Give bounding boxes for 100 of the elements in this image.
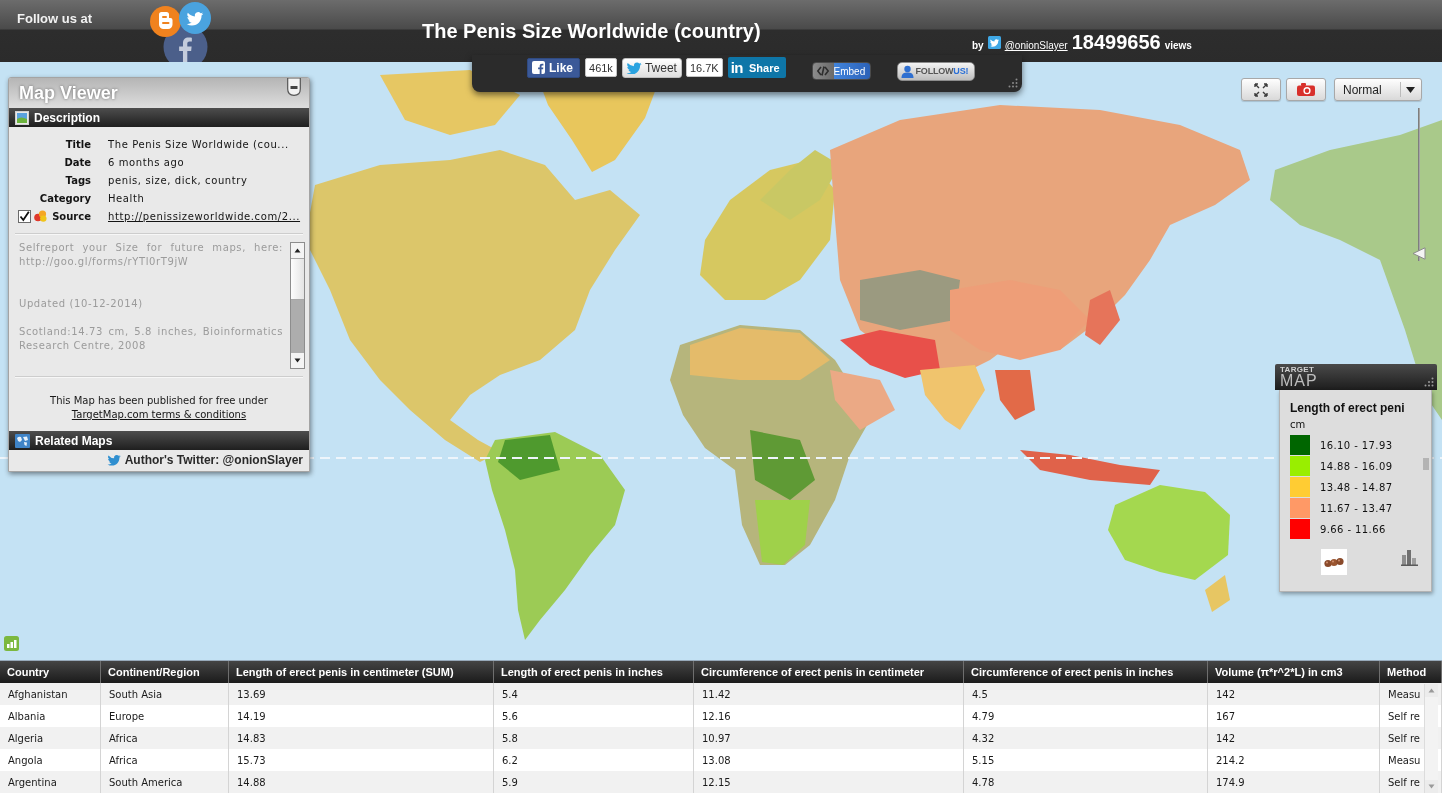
section-header[interactable]: Description — [9, 108, 309, 127]
author-twitter-link[interactable]: Author's Twitter: @onionSlayer — [124, 453, 303, 467]
view-count: 18499656 — [1071, 32, 1161, 52]
column-header[interactable]: Circumference of erect penis in centimeter — [694, 661, 964, 683]
checkbox[interactable] — [18, 209, 31, 223]
follow-button[interactable]: FOLLOWUS! — [896, 61, 975, 81]
bird-icon — [106, 454, 121, 466]
tweet-count: 16.7K — [685, 58, 723, 77]
field-label: Date — [64, 156, 91, 168]
author-link[interactable]: @onionSlayer — [1004, 40, 1068, 51]
circles-icon — [34, 210, 47, 222]
bar-chart-icon[interactable] — [1401, 549, 1418, 566]
caret-icon — [1406, 86, 1415, 93]
country-region — [750, 430, 815, 500]
by-label: by — [972, 40, 984, 51]
table-cell: 14.88 — [229, 771, 494, 793]
grip-icon[interactable] — [1008, 78, 1018, 88]
tweet-button[interactable]: Tweet — [621, 57, 682, 78]
legend-range-label: 11.67 - 13.47 — [1320, 502, 1393, 514]
country-region — [995, 370, 1035, 420]
legend-range-label: 9.66 - 11.66 — [1320, 523, 1386, 535]
panel-title: Map Viewer — [19, 82, 118, 104]
terms-link[interactable]: TargetMap.com terms & conditions — [71, 408, 247, 422]
table-cell: 11.42 — [694, 683, 964, 705]
expand-icon — [1254, 82, 1268, 97]
map-icon — [15, 433, 30, 448]
like-button[interactable]: Like — [527, 57, 580, 78]
field-label: Tags — [65, 174, 91, 186]
field-label: Source — [52, 210, 91, 222]
table-cell: 4.78 — [964, 771, 1208, 793]
note-text: Selfreport your Size for future maps, here: http://goo.gl/forms/rYTl0rT9jW — [19, 241, 283, 269]
table-cell: 142 — [1208, 683, 1380, 705]
table-cell: 12.15 — [694, 771, 964, 793]
table-cell: 4.32 — [964, 727, 1208, 749]
person-icon — [900, 64, 914, 78]
publish-note: This Map has been published for free under — [50, 394, 268, 408]
table-cell: 13.69 — [229, 683, 494, 705]
table-cell: Africa — [101, 727, 229, 749]
circles-thumbnail-icon[interactable] — [1321, 549, 1347, 575]
scroll-down-icon[interactable] — [291, 353, 304, 368]
view-mode-select[interactable]: Normal — [1334, 78, 1422, 101]
embed-button[interactable]: Embed — [811, 62, 871, 80]
table-cell: Afghanistan — [0, 683, 101, 705]
field-value: The Penis Size Worldwide (cou... — [108, 138, 289, 150]
section-header[interactable]: Related Maps — [9, 431, 309, 450]
legend-title: Length of erect peni — [1290, 400, 1405, 416]
table-cell: South Asia — [101, 683, 229, 705]
table-cell: Algeria — [0, 727, 101, 749]
column-header[interactable]: Circumference of erect penis in inches — [964, 661, 1208, 683]
legend-range-label: 16.10 - 17.93 — [1320, 439, 1393, 451]
table-cell: 142 — [1208, 727, 1380, 749]
camera-icon — [1297, 83, 1315, 96]
slider-thumb[interactable] — [1412, 247, 1426, 261]
legend-unit: cm — [1290, 418, 1306, 432]
grip-icon[interactable] — [1424, 377, 1434, 387]
scrollbar-thumb[interactable] — [291, 258, 304, 300]
column-header[interactable]: Length of erect penis in centimeter (SUM) — [229, 661, 494, 683]
table-cell: 5.9 — [494, 771, 694, 793]
f-logo-icon — [532, 61, 545, 74]
column-header[interactable]: Volume (π*r^2*L) in cm3 — [1208, 661, 1380, 683]
brand-logo: TARGET MAP — [1280, 365, 1318, 389]
page-title: The Penis Size Worldwide (country) — [422, 19, 761, 43]
bird-icon[interactable] — [179, 2, 211, 34]
follow-label: Follow us at — [17, 11, 93, 26]
field-label: Category — [39, 192, 91, 204]
column-header[interactable]: Length of erect penis in inches — [494, 661, 694, 683]
country-region — [498, 435, 560, 480]
grip-icon[interactable] — [1423, 458, 1429, 470]
views-label: views — [1164, 40, 1192, 51]
screenshot-button[interactable] — [1286, 78, 1326, 101]
minimize-icon[interactable] — [287, 78, 301, 96]
table-cell: 14.83 — [229, 727, 494, 749]
legend-range-label: 14.88 - 16.09 — [1320, 460, 1393, 472]
note-text: Scotland:14.73 cm, 5.8 inches, Bioinformatics Research Centre, 2008 — [19, 325, 283, 353]
source-link[interactable]: http://penissizeworldwide.com/2... — [108, 210, 301, 222]
note-text: Updated (10-12-2014) — [19, 297, 144, 311]
code-icon — [816, 66, 829, 76]
field-value: Health — [108, 192, 145, 204]
column-header[interactable]: Country — [0, 661, 101, 683]
share-button[interactable]: in Share — [727, 57, 786, 78]
table-cell: South America — [101, 771, 229, 793]
bird-icon — [625, 61, 642, 74]
table-cell: 10.97 — [694, 727, 964, 749]
like-count: 461k — [585, 58, 617, 77]
country-region — [755, 500, 810, 565]
table-cell: Argentina — [0, 771, 101, 793]
scroll-up-icon[interactable] — [291, 243, 304, 258]
scrollbar[interactable] — [290, 242, 305, 369]
legend-range-label: 13.48 - 14.87 — [1320, 481, 1393, 493]
table-cell: 4.5 — [964, 683, 1208, 705]
column-header[interactable]: Method — [1380, 661, 1442, 683]
picture-icon — [15, 110, 29, 125]
column-header[interactable]: Continent/Region — [101, 661, 229, 683]
table-cell: 174.9 — [1208, 771, 1380, 793]
field-value: penis, size, dick, country — [108, 174, 248, 186]
field-label: Title — [65, 138, 91, 150]
fullscreen-button[interactable] — [1241, 78, 1281, 101]
table-cell: 5.4 — [494, 683, 694, 705]
b-logo-icon[interactable] — [150, 6, 181, 37]
field-value: 6 months ago — [108, 156, 185, 168]
